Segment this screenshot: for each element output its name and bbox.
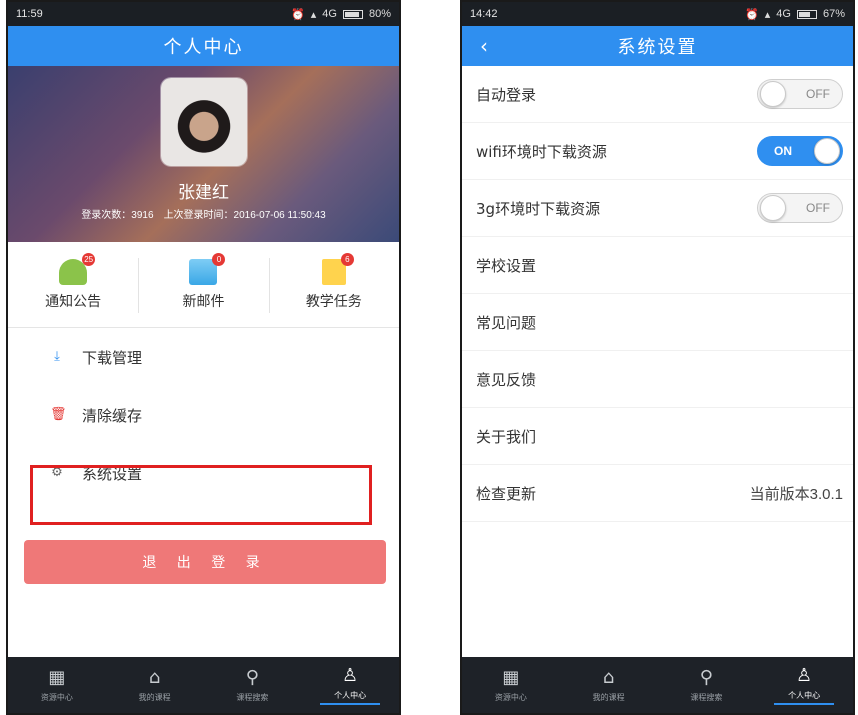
battery-level: 80% xyxy=(368,8,391,20)
setting-3g-download: 3g环境时下载资源 OFF xyxy=(462,180,853,237)
quick-item-tasks[interactable]: 6 教学任务 xyxy=(268,242,399,327)
setting-label: wifi环境时下载资源 xyxy=(476,142,607,161)
current-version: 当前版本3.0.1 xyxy=(749,485,843,503)
battery-icon xyxy=(796,9,817,19)
status-time: 14:42 xyxy=(470,8,498,20)
user-icon: ♙ xyxy=(342,664,359,686)
setting-feedback[interactable]: 意见反馈 xyxy=(462,351,853,408)
status-bar: 11:59 ⏰ ▴ 4G 80% xyxy=(8,2,399,26)
quick-item-label: 新邮件 xyxy=(182,293,225,310)
tab-label: 我的课程 xyxy=(138,692,171,702)
wifi-download-toggle[interactable]: ON xyxy=(757,136,843,166)
setting-wifi-download: wifi环境时下载资源 ON xyxy=(462,123,853,180)
quick-item-label: 教学任务 xyxy=(305,293,362,310)
alarm-icon: ⏰ xyxy=(291,8,305,21)
battery-level: 67% xyxy=(822,8,845,20)
login-count: 登录次数：3916 xyxy=(81,210,154,221)
toggle-state: OFF xyxy=(806,87,830,101)
tab-my-courses[interactable]: ⌂ 我的课程 xyxy=(560,657,658,713)
alarm-icon: ⏰ xyxy=(745,8,759,21)
tab-course-search[interactable]: ⚲ 课程搜索 xyxy=(204,657,302,713)
network-type: 4G xyxy=(776,8,791,20)
battery-icon xyxy=(342,9,363,19)
trash-icon: 🗑 xyxy=(50,407,67,422)
tab-label: 资源中心 xyxy=(40,692,73,702)
setting-about[interactable]: 关于我们 xyxy=(462,408,853,465)
status-indicators: ⏰ ▴ 4G 67% xyxy=(745,8,845,21)
status-bar: 14:42 ⏰ ▴ 4G 67% xyxy=(462,2,853,26)
login-info: 登录次数：3916 上次登录时间：2016-07-06 11:50:43 xyxy=(8,206,399,221)
network-type: 4G xyxy=(322,8,337,20)
3g-download-toggle[interactable]: OFF xyxy=(757,193,843,223)
tab-my-courses[interactable]: ⌂ 我的课程 xyxy=(106,657,204,713)
setting-label: 检查更新 xyxy=(476,484,537,503)
user-name: 张建红 xyxy=(178,183,229,203)
setting-label: 3g环境时下载资源 xyxy=(476,199,601,218)
tab-resources[interactable]: ▦ 资源中心 xyxy=(8,657,106,713)
profile-banner: 张建红 登录次数：3916 上次登录时间：2016-07-06 11:50:43 xyxy=(8,66,399,242)
status-time: 11:59 xyxy=(16,8,43,20)
search-icon: ⚲ xyxy=(699,666,713,688)
setting-label: 常见问题 xyxy=(476,313,537,332)
mail-badge: 0 xyxy=(212,252,226,266)
grid-icon: ▦ xyxy=(48,666,66,688)
tab-personal-center[interactable]: ♙ 个人中心 xyxy=(755,657,853,713)
logout-button[interactable]: 退 出 登 录 xyxy=(24,540,386,584)
setting-check-update[interactable]: 检查更新 当前版本3.0.1 xyxy=(462,465,853,522)
avatar[interactable] xyxy=(161,78,247,166)
tab-label: 资源中心 xyxy=(494,692,527,702)
setting-label: 自动登录 xyxy=(476,85,537,104)
settings-highlight-box xyxy=(30,465,372,525)
bottom-tab-bar: ▦ 资源中心 ⌂ 我的课程 ⚲ 课程搜索 ♙ 个人中心 xyxy=(8,657,399,713)
signal-icon: ▴ xyxy=(764,8,771,21)
tab-label: 个人中心 xyxy=(774,690,835,705)
personal-center-screen: 11:59 ⏰ ▴ 4G 80% 个人中心 张建红 登录次数：3916 上次登录时… xyxy=(6,0,401,715)
tab-course-search[interactable]: ⚲ 课程搜索 xyxy=(658,657,756,713)
course-icon: ⌂ xyxy=(148,666,161,688)
tab-label: 课程搜索 xyxy=(236,692,269,702)
tab-label: 我的课程 xyxy=(592,692,625,702)
setting-faq[interactable]: 常见问题 xyxy=(462,294,853,351)
title-bar: ‹ 系统设置 xyxy=(462,26,853,66)
toggle-state: OFF xyxy=(806,201,830,215)
quick-item-mail[interactable]: 0 新邮件 xyxy=(138,242,268,327)
course-icon: ⌂ xyxy=(602,666,615,688)
bottom-tab-bar: ▦ 资源中心 ⌂ 我的课程 ⚲ 课程搜索 ♙ 个人中心 xyxy=(462,657,853,713)
title-bar: 个人中心 xyxy=(8,26,399,66)
back-icon[interactable]: ‹ xyxy=(480,34,490,58)
document-icon: 6 xyxy=(321,252,354,285)
setting-label: 学校设置 xyxy=(476,256,537,275)
system-settings-screen: 14:42 ⏰ ▴ 4G 67% ‹ 系统设置 自动登录 OFF wifi环境时… xyxy=(460,0,855,715)
auto-login-toggle[interactable]: OFF xyxy=(757,79,843,109)
tab-label: 课程搜索 xyxy=(690,692,723,702)
task-badge: 6 xyxy=(340,252,354,266)
page-title: 系统设置 xyxy=(617,37,698,58)
quick-actions: 25 通知公告 0 新邮件 6 教学任务 xyxy=(8,242,399,328)
mail-icon: 0 xyxy=(189,252,226,285)
tab-personal-center[interactable]: ♙ 个人中心 xyxy=(301,657,399,713)
setting-school[interactable]: 学校设置 xyxy=(462,237,853,294)
setting-label: 意见反馈 xyxy=(476,370,537,389)
bell-icon: 25 xyxy=(59,252,96,285)
notice-badge: 25 xyxy=(82,252,96,266)
menu-item-label: 下载管理 xyxy=(82,348,143,367)
search-icon: ⚲ xyxy=(245,666,259,688)
menu-item-downloads[interactable]: ⤓ 下载管理 xyxy=(8,328,399,386)
last-login-time: 上次登录时间：2016-07-06 11:50:43 xyxy=(163,210,326,221)
signal-icon: ▴ xyxy=(310,8,317,21)
setting-auto-login: 自动登录 OFF xyxy=(462,66,853,123)
download-icon: ⤓ xyxy=(54,349,60,364)
setting-label: 关于我们 xyxy=(476,427,537,446)
toggle-state: ON xyxy=(774,144,792,158)
status-indicators: ⏰ ▴ 4G 80% xyxy=(291,8,391,21)
tab-label: 个人中心 xyxy=(320,690,381,705)
quick-item-label: 通知公告 xyxy=(45,293,102,310)
user-icon: ♙ xyxy=(796,664,813,686)
grid-icon: ▦ xyxy=(502,666,520,688)
menu-item-clear-cache[interactable]: 🗑 清除缓存 xyxy=(8,386,399,444)
quick-item-notices[interactable]: 25 通知公告 xyxy=(8,242,138,327)
tab-resources[interactable]: ▦ 资源中心 xyxy=(462,657,560,713)
menu-item-label: 清除缓存 xyxy=(82,406,143,425)
page-title: 个人中心 xyxy=(163,37,244,58)
